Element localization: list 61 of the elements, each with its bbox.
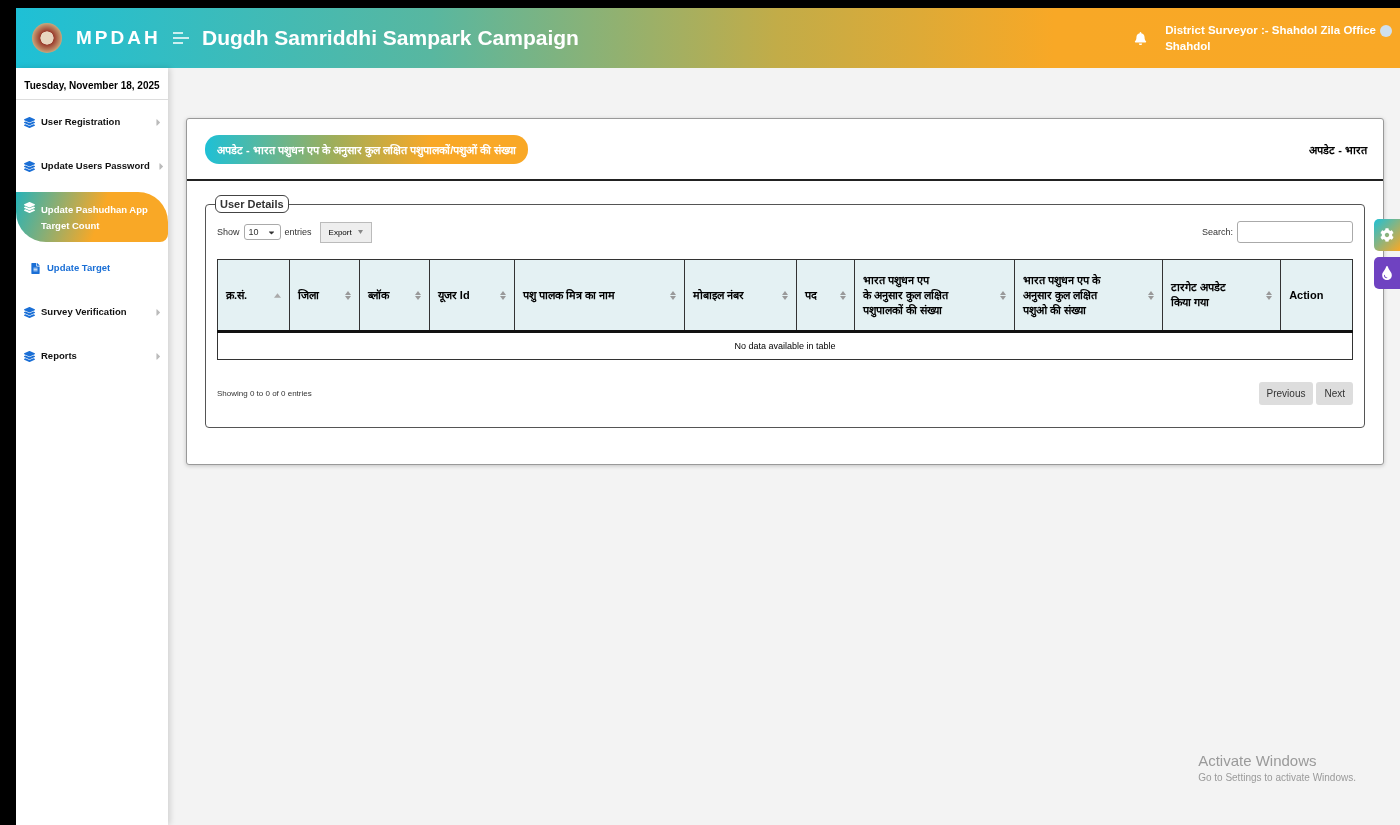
sort-icon[interactable] (1266, 290, 1273, 300)
sort-icon[interactable] (500, 290, 507, 300)
document-icon (30, 262, 41, 274)
sort-icon[interactable] (344, 290, 351, 300)
droplet-icon (1380, 266, 1394, 280)
avatar-icon[interactable] (1380, 25, 1392, 37)
layers-icon (24, 350, 35, 362)
column-header[interactable]: भारत पशुधन एप के अनुसार कुल लक्षित पशुओ की संख्या (1014, 259, 1163, 332)
table-info: Showing 0 to 0 of 0 entries (217, 389, 312, 398)
sidebar-item[interactable]: Reports (16, 338, 168, 374)
sort-icon[interactable] (839, 290, 846, 300)
menu-icon[interactable] (172, 31, 190, 45)
sidebar-item[interactable]: Update Target (16, 250, 168, 286)
column-header[interactable]: पद (796, 259, 855, 332)
notification-bell-icon[interactable] (1134, 31, 1148, 45)
search-field[interactable] (1237, 221, 1353, 243)
droplet-button[interactable] (1374, 257, 1400, 289)
column-header[interactable]: टारगेट अपडेट किया गया (1162, 259, 1281, 332)
app-title: Dugdh Samriddhi Sampark Campaign (202, 26, 579, 50)
caret-icon (357, 230, 363, 234)
panel-legend: User Details (215, 195, 289, 213)
layers-icon (24, 116, 35, 128)
scrolling-notice: अपडेट - भारत (1309, 142, 1367, 157)
sort-icon[interactable] (782, 290, 789, 300)
sort-icon[interactable] (414, 290, 421, 300)
entries-label: entries (284, 227, 312, 237)
sort-icon[interactable] (1148, 290, 1155, 300)
sidebar-item[interactable]: Update Users Password (16, 148, 168, 184)
brand-name: MPDAH (76, 27, 162, 49)
page-title-pill: अपडेट - भारत पशुधन एप के अनुसार कुल लक्षित पशुपालकों/पशुओं की संख्या (205, 134, 529, 164)
user-place: Shahdol (1165, 40, 1212, 52)
column-header[interactable]: यूजर Id (429, 259, 515, 332)
column-header[interactable]: Action (1280, 259, 1353, 332)
show-label: Show (217, 227, 240, 237)
pagination-button[interactable]: Previous (1258, 382, 1314, 405)
column-header[interactable]: पशु पालक मित्र का नाम (514, 259, 685, 332)
activation-title: Activate Windows (1198, 752, 1318, 769)
column-header[interactable]: भारत पशुधन एप के अनुसार कुल लक्षित पशुपालकों की संख्या (854, 259, 1015, 332)
column-header[interactable]: जिला (289, 259, 360, 332)
export-button[interactable]: Export (319, 221, 372, 243)
user-role: District Surveyor :- Shahdol Zila Office (1165, 24, 1392, 37)
sidebar-item[interactable]: Survey Verification (16, 294, 168, 330)
page-size-select[interactable]: 10 (243, 224, 281, 240)
sidebar-item[interactable]: User Registration (16, 104, 168, 140)
column-header[interactable]: ब्लॉक (359, 259, 430, 332)
activation-hint: Go to Settings to activate Windows. (1198, 772, 1356, 783)
search-label: Search: (1201, 227, 1233, 237)
emblem-logo (32, 23, 62, 53)
layers-icon (24, 202, 35, 213)
current-date: Tuesday, November 18, 2025 (16, 68, 168, 100)
layers-icon (24, 160, 35, 172)
gear-icon (1380, 228, 1394, 242)
empty-table-message: No data available in table (217, 331, 1353, 360)
pagination-button[interactable]: Next (1316, 382, 1353, 405)
sort-icon[interactable] (669, 290, 676, 300)
settings-button[interactable] (1374, 219, 1400, 251)
column-header[interactable]: मोबाइल नंबर (684, 259, 797, 332)
sort-ascending-icon[interactable] (273, 292, 281, 298)
layers-icon (24, 306, 35, 318)
column-header[interactable]: क्र.सं. (217, 259, 290, 332)
sort-icon[interactable] (999, 290, 1006, 300)
